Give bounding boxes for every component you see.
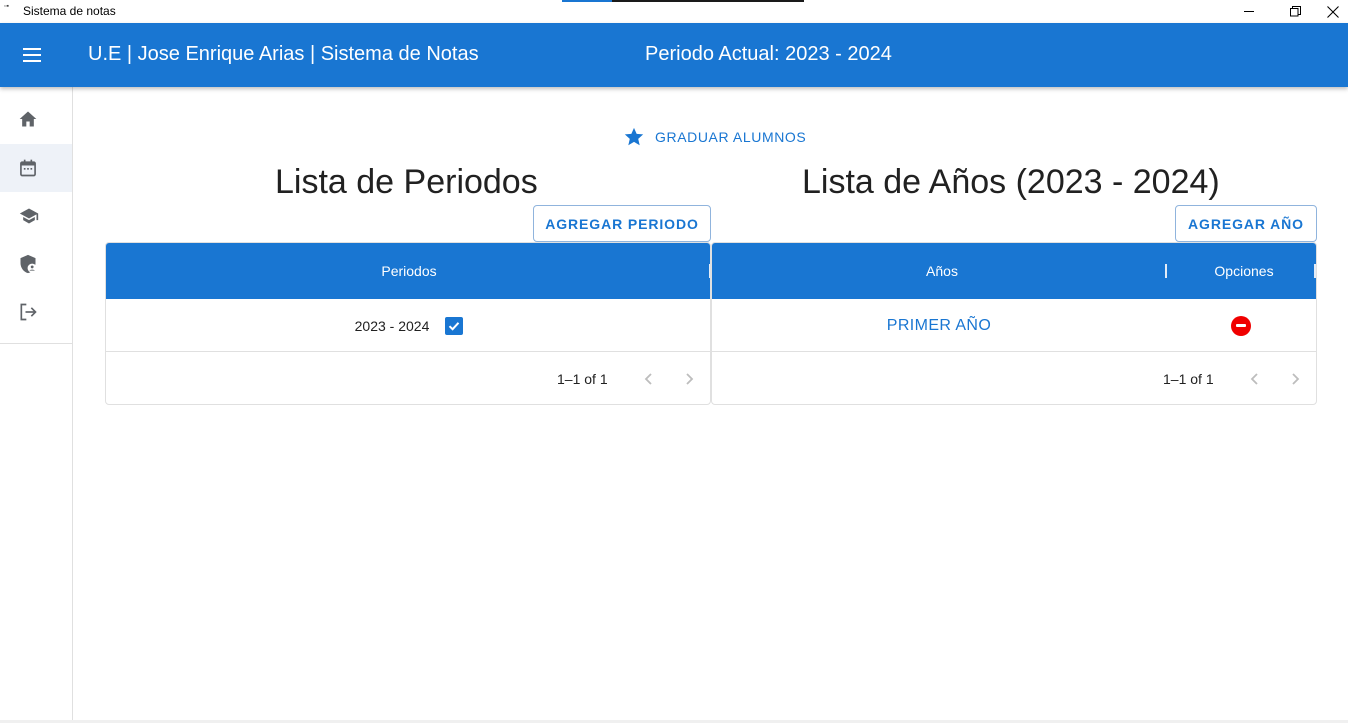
window-title: Sistema de notas bbox=[23, 4, 116, 18]
sidebar-item-home[interactable] bbox=[0, 95, 72, 143]
menu-button[interactable] bbox=[12, 35, 52, 75]
periods-title: Lista de Periodos bbox=[275, 163, 538, 201]
year-cell: PRIMER AÑO bbox=[712, 299, 1166, 352]
add-year-button[interactable]: AGREGAR AÑO bbox=[1175, 205, 1317, 242]
column-header-options[interactable]: Opciones bbox=[1167, 243, 1316, 299]
sidebar-item-logout[interactable] bbox=[0, 288, 72, 336]
chevron-left-icon bbox=[1250, 373, 1258, 385]
app-icon: ▫▪ bbox=[4, 3, 9, 10]
current-period: Periodo Actual: 2023 - 2024 bbox=[645, 43, 892, 65]
restore-icon bbox=[1289, 6, 1301, 17]
graduate-students-label: GRADUAR ALUMNOS bbox=[655, 129, 807, 145]
remove-circle-icon bbox=[1236, 324, 1246, 327]
graduate-students-button[interactable]: GRADUAR ALUMNOS bbox=[615, 124, 814, 150]
years-table-footer: 1–1 of 1 bbox=[712, 352, 1316, 404]
close-icon bbox=[1327, 5, 1339, 18]
years-title: Lista de Años (2023 - 2024) bbox=[802, 163, 1220, 201]
close-button[interactable] bbox=[1318, 0, 1348, 23]
sidebar-item-periods[interactable] bbox=[0, 144, 72, 192]
menu-icon bbox=[23, 48, 41, 62]
chevron-right-icon bbox=[686, 373, 694, 385]
sidebar bbox=[0, 87, 73, 723]
periods-table: Periodos 2023 - 2024 1–1 of 1 bbox=[105, 242, 711, 405]
minimize-icon bbox=[1243, 11, 1254, 12]
year-link[interactable]: PRIMER AÑO bbox=[887, 317, 991, 335]
shield-user-icon bbox=[20, 254, 37, 274]
taskbar-strip-accent bbox=[562, 0, 612, 2]
window-titlebar: ▫▪ Sistema de notas bbox=[0, 0, 1348, 23]
pagination-info: 1–1 of 1 bbox=[1163, 371, 1214, 387]
chevron-right-icon bbox=[1292, 373, 1300, 385]
table-row[interactable]: PRIMER AÑO bbox=[712, 299, 1316, 352]
column-separator[interactable] bbox=[1314, 264, 1316, 278]
check-icon bbox=[449, 321, 460, 331]
delete-year-button[interactable] bbox=[1231, 315, 1251, 336]
years-table-header: Años Opciones bbox=[712, 243, 1316, 299]
add-period-button[interactable]: AGREGAR PERIODO bbox=[533, 205, 711, 242]
periods-table-footer: 1–1 of 1 bbox=[106, 352, 710, 404]
app-title: U.E | Jose Enrique Arias | Sistema de No… bbox=[88, 43, 479, 65]
sidebar-item-users[interactable] bbox=[0, 240, 72, 288]
periods-table-header: Periodos bbox=[106, 243, 710, 299]
star-icon bbox=[624, 127, 644, 146]
chevron-left-icon bbox=[644, 373, 652, 385]
table-row[interactable]: 2023 - 2024 bbox=[106, 299, 710, 352]
period-value: 2023 - 2024 bbox=[354, 317, 430, 334]
previous-page-button[interactable] bbox=[637, 367, 661, 391]
column-header-years[interactable]: Años bbox=[712, 243, 1172, 299]
app-bar: U.E | Jose Enrique Arias | Sistema de No… bbox=[0, 23, 1348, 87]
current-period-checkbox[interactable] bbox=[445, 316, 464, 335]
next-page-button[interactable] bbox=[677, 367, 701, 391]
column-header-periods[interactable]: Periodos bbox=[106, 243, 710, 299]
previous-page-button[interactable] bbox=[1243, 367, 1267, 391]
home-icon bbox=[19, 111, 37, 127]
next-page-button[interactable] bbox=[1283, 367, 1307, 391]
restore-button[interactable] bbox=[1272, 0, 1318, 23]
logout-icon bbox=[20, 303, 37, 321]
period-cell: 2023 - 2024 bbox=[106, 299, 710, 352]
sidebar-item-students[interactable] bbox=[0, 192, 72, 240]
minimize-button[interactable] bbox=[1226, 0, 1272, 23]
years-table: Años Opciones PRIMER AÑO 1–1 of 1 bbox=[711, 242, 1317, 405]
sidebar-divider bbox=[0, 343, 72, 344]
pagination-info: 1–1 of 1 bbox=[557, 371, 608, 387]
calendar-icon bbox=[20, 159, 36, 177]
options-cell bbox=[1166, 299, 1316, 352]
graduation-cap-icon bbox=[19, 208, 39, 224]
